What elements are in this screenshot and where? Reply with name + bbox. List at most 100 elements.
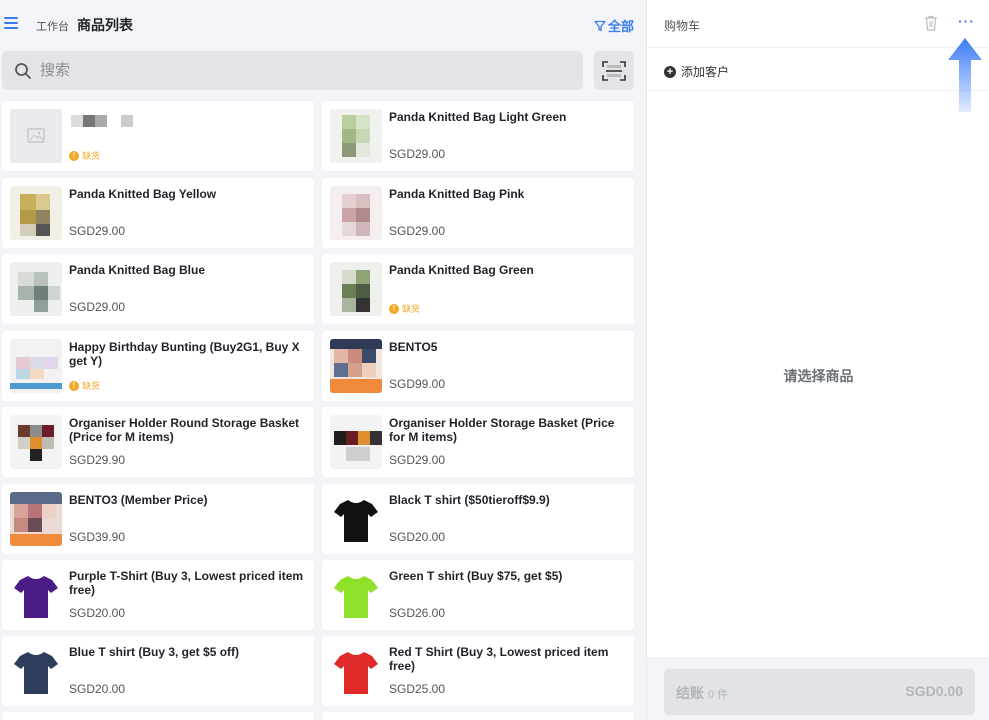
product-image: [10, 339, 62, 393]
divider: [647, 90, 989, 91]
product-name: Panda Knitted Bag Green: [389, 263, 534, 277]
product-image: [330, 262, 382, 316]
product-price: SGD99.00: [389, 377, 446, 391]
arrow-up-icon: [948, 38, 982, 112]
tshirt-image: [334, 500, 378, 542]
product-name: BENTO5: [389, 340, 438, 354]
stock-status: ! 缺货: [389, 302, 420, 315]
cart-footer: 结账 0 件 SGD0.00: [647, 657, 989, 720]
product-price: SGD39.90: [69, 530, 126, 544]
product-price: SGD29.00: [69, 224, 126, 238]
filter-button[interactable]: 全部: [594, 16, 634, 35]
product-name: Panda Knitted Bag Yellow: [69, 187, 217, 201]
product-name: Blue T shirt (Buy 3, get $5 off): [69, 645, 240, 659]
product-price: SGD26.00: [389, 606, 446, 620]
product-name: Red T Shirt (Buy 3, Lowest priced item f…: [389, 645, 609, 673]
add-circle-icon: +: [664, 65, 676, 78]
product-card[interactable]: [322, 712, 634, 720]
product-name: Organiser Holder Round Storage Basket (P…: [69, 416, 300, 444]
product-name-redacted: [71, 115, 137, 129]
product-card[interactable]: ! 缺货: [2, 101, 314, 171]
product-card[interactable]: Happy Birthday Bunting (Buy2G1, Buy X ge…: [2, 331, 314, 401]
tshirt-image: [334, 576, 378, 618]
add-customer-button[interactable]: + 添加客户: [664, 63, 729, 80]
top-bar: 工作台 商品列表 全部: [0, 0, 646, 46]
search-bar[interactable]: [2, 51, 583, 90]
product-card[interactable]: Purple T-Shirt (Buy 3, Lowest priced ite…: [2, 560, 314, 630]
product-price: SGD29.90: [69, 453, 126, 467]
product-card[interactable]: Panda Knitted Bag Pink SGD29.00: [322, 178, 634, 248]
product-card[interactable]: Organiser Holder Storage Basket (Price f…: [322, 407, 634, 477]
tshirt-image: [14, 576, 58, 618]
product-card[interactable]: Organiser Holder Round Storage Basket (P…: [2, 407, 314, 477]
tshirt-image: [334, 652, 378, 694]
trash-icon[interactable]: [924, 15, 938, 31]
product-card[interactable]: Panda Knitted Bag Blue SGD29.00: [2, 254, 314, 324]
product-image: [330, 492, 382, 546]
checkout-button[interactable]: 结账 0 件 SGD0.00: [664, 669, 975, 715]
product-image-placeholder: [10, 109, 62, 163]
scan-button[interactable]: [594, 51, 634, 90]
menu-icon[interactable]: [4, 17, 18, 29]
search-input[interactable]: [40, 62, 540, 79]
product-price: SGD29.00: [69, 300, 126, 314]
product-card[interactable]: Panda Knitted Bag Yellow SGD29.00: [2, 178, 314, 248]
product-image: [330, 415, 382, 469]
product-card[interactable]: Red T Shirt (Buy 3, Lowest priced item f…: [322, 636, 634, 706]
warning-icon: !: [389, 303, 399, 314]
product-name: BENTO3 (Member Price): [69, 493, 208, 507]
cart-title: 购物车: [664, 19, 701, 33]
product-card[interactable]: Panda Knitted Bag Green ! 缺货: [322, 254, 634, 324]
product-price: SGD20.00: [69, 682, 126, 696]
warning-icon: !: [69, 380, 79, 391]
product-image: [330, 109, 382, 163]
page-title: 商品列表: [77, 17, 133, 33]
product-image: [10, 492, 62, 546]
add-customer-label: 添加客户: [681, 65, 730, 79]
product-card[interactable]: Green T shirt (Buy $75, get $5) SGD26.00: [322, 560, 634, 630]
product-card[interactable]: [2, 712, 314, 720]
product-price: SGD29.00: [389, 453, 446, 467]
more-icon[interactable]: ···: [958, 13, 975, 29]
product-card[interactable]: Panda Knitted Bag Light Green SGD29.00: [322, 101, 634, 171]
product-name: Panda Knitted Bag Blue: [69, 263, 206, 277]
tshirt-image: [14, 652, 58, 694]
filter-label: 全部: [607, 19, 634, 34]
product-image: [330, 568, 382, 622]
product-name: Happy Birthday Bunting (Buy2G1, Buy X ge…: [69, 340, 300, 368]
product-price: SGD20.00: [69, 606, 126, 620]
warning-icon: !: [69, 150, 79, 161]
product-image: [10, 568, 62, 622]
stock-status: ! 缺货: [69, 379, 100, 392]
product-name: Organiser Holder Storage Basket (Price f…: [389, 416, 615, 444]
product-card[interactable]: Blue T shirt (Buy 3, get $5 off) SGD20.0…: [2, 636, 314, 706]
stock-status: ! 缺货: [69, 149, 100, 162]
cart-panel: 购物车 ··· + 添加客户 请选择商品 结账 0 件 SGD0.00: [646, 0, 989, 720]
product-name: Panda Knitted Bag Pink: [389, 187, 525, 201]
product-price: SGD29.00: [389, 224, 446, 238]
product-image: [10, 415, 62, 469]
checkout-amount: SGD0.00: [905, 683, 963, 699]
product-image: [10, 262, 62, 316]
breadcrumb[interactable]: 工作台: [36, 18, 69, 34]
search-icon: [15, 62, 31, 79]
product-name: Panda Knitted Bag Light Green: [389, 110, 567, 124]
scan-icon: [602, 60, 626, 81]
empty-cart-message: 请选择商品: [783, 368, 854, 384]
product-card[interactable]: BENTO3 (Member Price) SGD39.90: [2, 484, 314, 554]
product-image: [330, 339, 382, 393]
cart-header: 购物车 ···: [647, 0, 989, 48]
product-image: [330, 644, 382, 698]
product-image: [330, 186, 382, 240]
pos-app: 工作台 商品列表 全部 搜索 ! 缺货 Panda Knitted Bag Li…: [0, 0, 989, 720]
checkout-count: 0 件: [708, 689, 729, 701]
product-card[interactable]: BENTO5 SGD99.00: [322, 331, 634, 401]
product-image: [10, 644, 62, 698]
product-card[interactable]: Black T shirt ($50tieroff$9.9) SGD20.00: [322, 484, 634, 554]
product-name: Green T shirt (Buy $75, get $5): [389, 569, 563, 583]
product-name: Purple T-Shirt (Buy 3, Lowest priced ite…: [69, 569, 304, 597]
product-price: SGD25.00: [389, 682, 446, 696]
product-name: Black T shirt ($50tieroff$9.9): [389, 493, 550, 507]
checkout-label: 结账 0 件: [676, 685, 729, 701]
filter-icon: [594, 20, 606, 31]
